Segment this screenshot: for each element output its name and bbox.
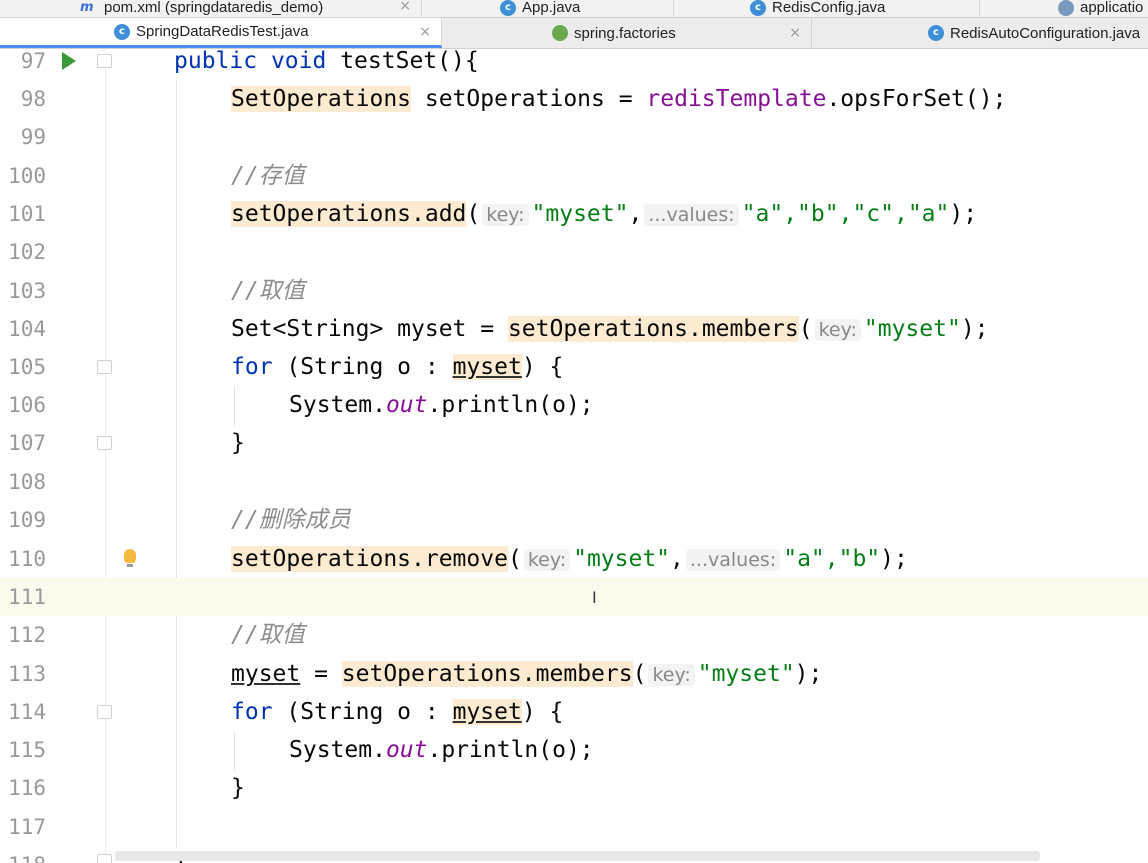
param-hint: ...values: <box>644 204 739 226</box>
code-line-105: 105 for (String o : myset) { <box>0 348 1148 386</box>
close-icon[interactable]: × <box>419 24 431 40</box>
line-number: 117 <box>8 815 46 839</box>
maven-icon: m <box>80 0 94 15</box>
tab-label: RedisAutoConfiguration.java <box>950 24 1141 42</box>
code-line-113: 113 myset = setOperations.members(key: "m… <box>0 655 1148 693</box>
code-comment: //存值 <box>231 163 305 189</box>
code-text: Set<String> myset = setOperations.member… <box>231 316 989 342</box>
code-text: System.out.println(o); <box>289 392 594 418</box>
code-text: } <box>231 775 245 801</box>
code-line-99: 99 <box>0 118 1148 156</box>
code-line-115: 115 System.out.println(o); <box>0 731 1148 769</box>
code-line-101: 101 setOperations.add(key: "myset", ...val… <box>0 195 1148 233</box>
line-number: 103 <box>8 279 46 303</box>
code-line-107: 107 } <box>0 424 1148 462</box>
line-number: 104 <box>8 317 46 341</box>
gear-icon <box>1058 0 1074 16</box>
line-number: 102 <box>8 240 46 264</box>
code-text: for (String o : myset) { <box>231 354 564 380</box>
code-line-109: 109 //删除成员 <box>0 501 1148 539</box>
line-number: 114 <box>8 700 46 724</box>
close-icon[interactable]: × <box>789 25 801 41</box>
line-number: 105 <box>8 355 46 379</box>
tab-label: SpringDataRedisTest.java <box>136 23 309 40</box>
code-text: setOperations.remove(key: "myset", ...valu… <box>231 546 908 572</box>
code-text: SetOperations setOperations = redisTempl… <box>231 86 1007 112</box>
tab-label: applicatio <box>1080 0 1144 16</box>
fold-icon[interactable] <box>97 54 112 68</box>
line-number: 98 <box>20 87 46 111</box>
text-cursor-icon: I <box>592 588 597 607</box>
editor-tabs-row-1: m pom.xml (springdataredis_demo) × c App… <box>0 0 1148 18</box>
class-icon: c <box>928 25 944 41</box>
horizontal-scrollbar[interactable] <box>115 851 1040 861</box>
code-text: } <box>231 430 245 456</box>
tab-label: App.java <box>522 0 581 16</box>
fold-icon[interactable] <box>97 360 112 374</box>
line-number: 108 <box>8 470 46 494</box>
spring-icon <box>552 25 568 41</box>
line-number: 116 <box>8 776 46 800</box>
line-number: 112 <box>8 623 46 647</box>
line-number: 109 <box>8 508 46 532</box>
code-line-117: 117 <box>0 808 1148 846</box>
code-line-110: 110 setOperations.remove(key: "myset",...… <box>0 540 1148 578</box>
tab-application[interactable]: applicatio <box>980 0 1148 16</box>
code-comment: //取值 <box>231 278 305 304</box>
fold-icon[interactable] <box>97 854 112 863</box>
code-line-108: 108 <box>0 463 1148 501</box>
code-line-112: 112 //取值 <box>0 616 1148 654</box>
code-text: System.out.println(o); <box>289 737 594 763</box>
class-icon: c <box>750 0 766 16</box>
code-text: for (String o : myset) { <box>231 699 564 725</box>
line-number: 101 <box>8 202 46 226</box>
line-number: 97 <box>20 49 46 73</box>
class-icon: c <box>500 0 516 16</box>
line-number: 100 <box>8 164 46 188</box>
code-line-104: 104 Set<String> myset = setOperations.me… <box>0 310 1148 348</box>
code-line-97: 97 public void testSet(){ <box>0 42 1148 80</box>
code-line-98: 98 SetOperations setOperations = redisTe… <box>0 80 1148 118</box>
code-line-116: 116 } <box>0 769 1148 807</box>
code-comment: //删除成员 <box>231 507 351 533</box>
line-number: 115 <box>8 738 46 762</box>
tab-label: RedisConfig.java <box>772 0 886 16</box>
fold-icon[interactable] <box>97 705 112 719</box>
line-number: 99 <box>20 125 46 149</box>
param-hint: key: <box>814 319 861 341</box>
tab-label: spring.factories <box>574 24 676 42</box>
code-text: setOperations.add(key: "myset", ...values:… <box>231 201 978 227</box>
code-line-102: 102 <box>0 233 1148 271</box>
code-line-111-current[interactable]: 111 <box>0 578 1148 616</box>
code-line-103: 103 //取值 <box>0 272 1148 310</box>
tab-pom-xml[interactable]: m pom.xml (springdataredis_demo) × <box>70 0 422 16</box>
param-hint: key: <box>648 664 695 686</box>
code-line-106: 106 System.out.println(o); <box>0 386 1148 424</box>
line-number: 110 <box>8 547 46 571</box>
param-hint: key: <box>523 549 571 571</box>
line-number: 118 <box>0 846 46 863</box>
class-icon: c <box>114 23 130 40</box>
code-text: public void testSet(){ <box>174 48 479 74</box>
code-comment: //取值 <box>231 622 305 648</box>
line-number: 111 <box>8 585 46 609</box>
fold-icon[interactable] <box>97 436 112 450</box>
line-number: 107 <box>8 431 46 455</box>
close-icon[interactable]: × <box>399 0 411 14</box>
code-line-100: 100 //存值 <box>0 157 1148 195</box>
tab-label: pom.xml (springdataredis_demo) <box>104 0 324 16</box>
code-text: myset = setOperations.members(key: "myset… <box>231 661 823 687</box>
line-number: 106 <box>8 393 46 417</box>
tab-app-java[interactable]: c App.java <box>422 0 674 16</box>
lightbulb-icon[interactable] <box>124 549 136 567</box>
param-hint: key: <box>482 204 529 226</box>
code-line-114: 114 for (String o : myset) { <box>0 693 1148 731</box>
param-hint: ...values: <box>685 549 781 571</box>
line-number: 113 <box>8 662 46 686</box>
tab-redis-config[interactable]: c RedisConfig.java <box>674 0 980 16</box>
run-gutter-icon[interactable] <box>62 52 76 70</box>
